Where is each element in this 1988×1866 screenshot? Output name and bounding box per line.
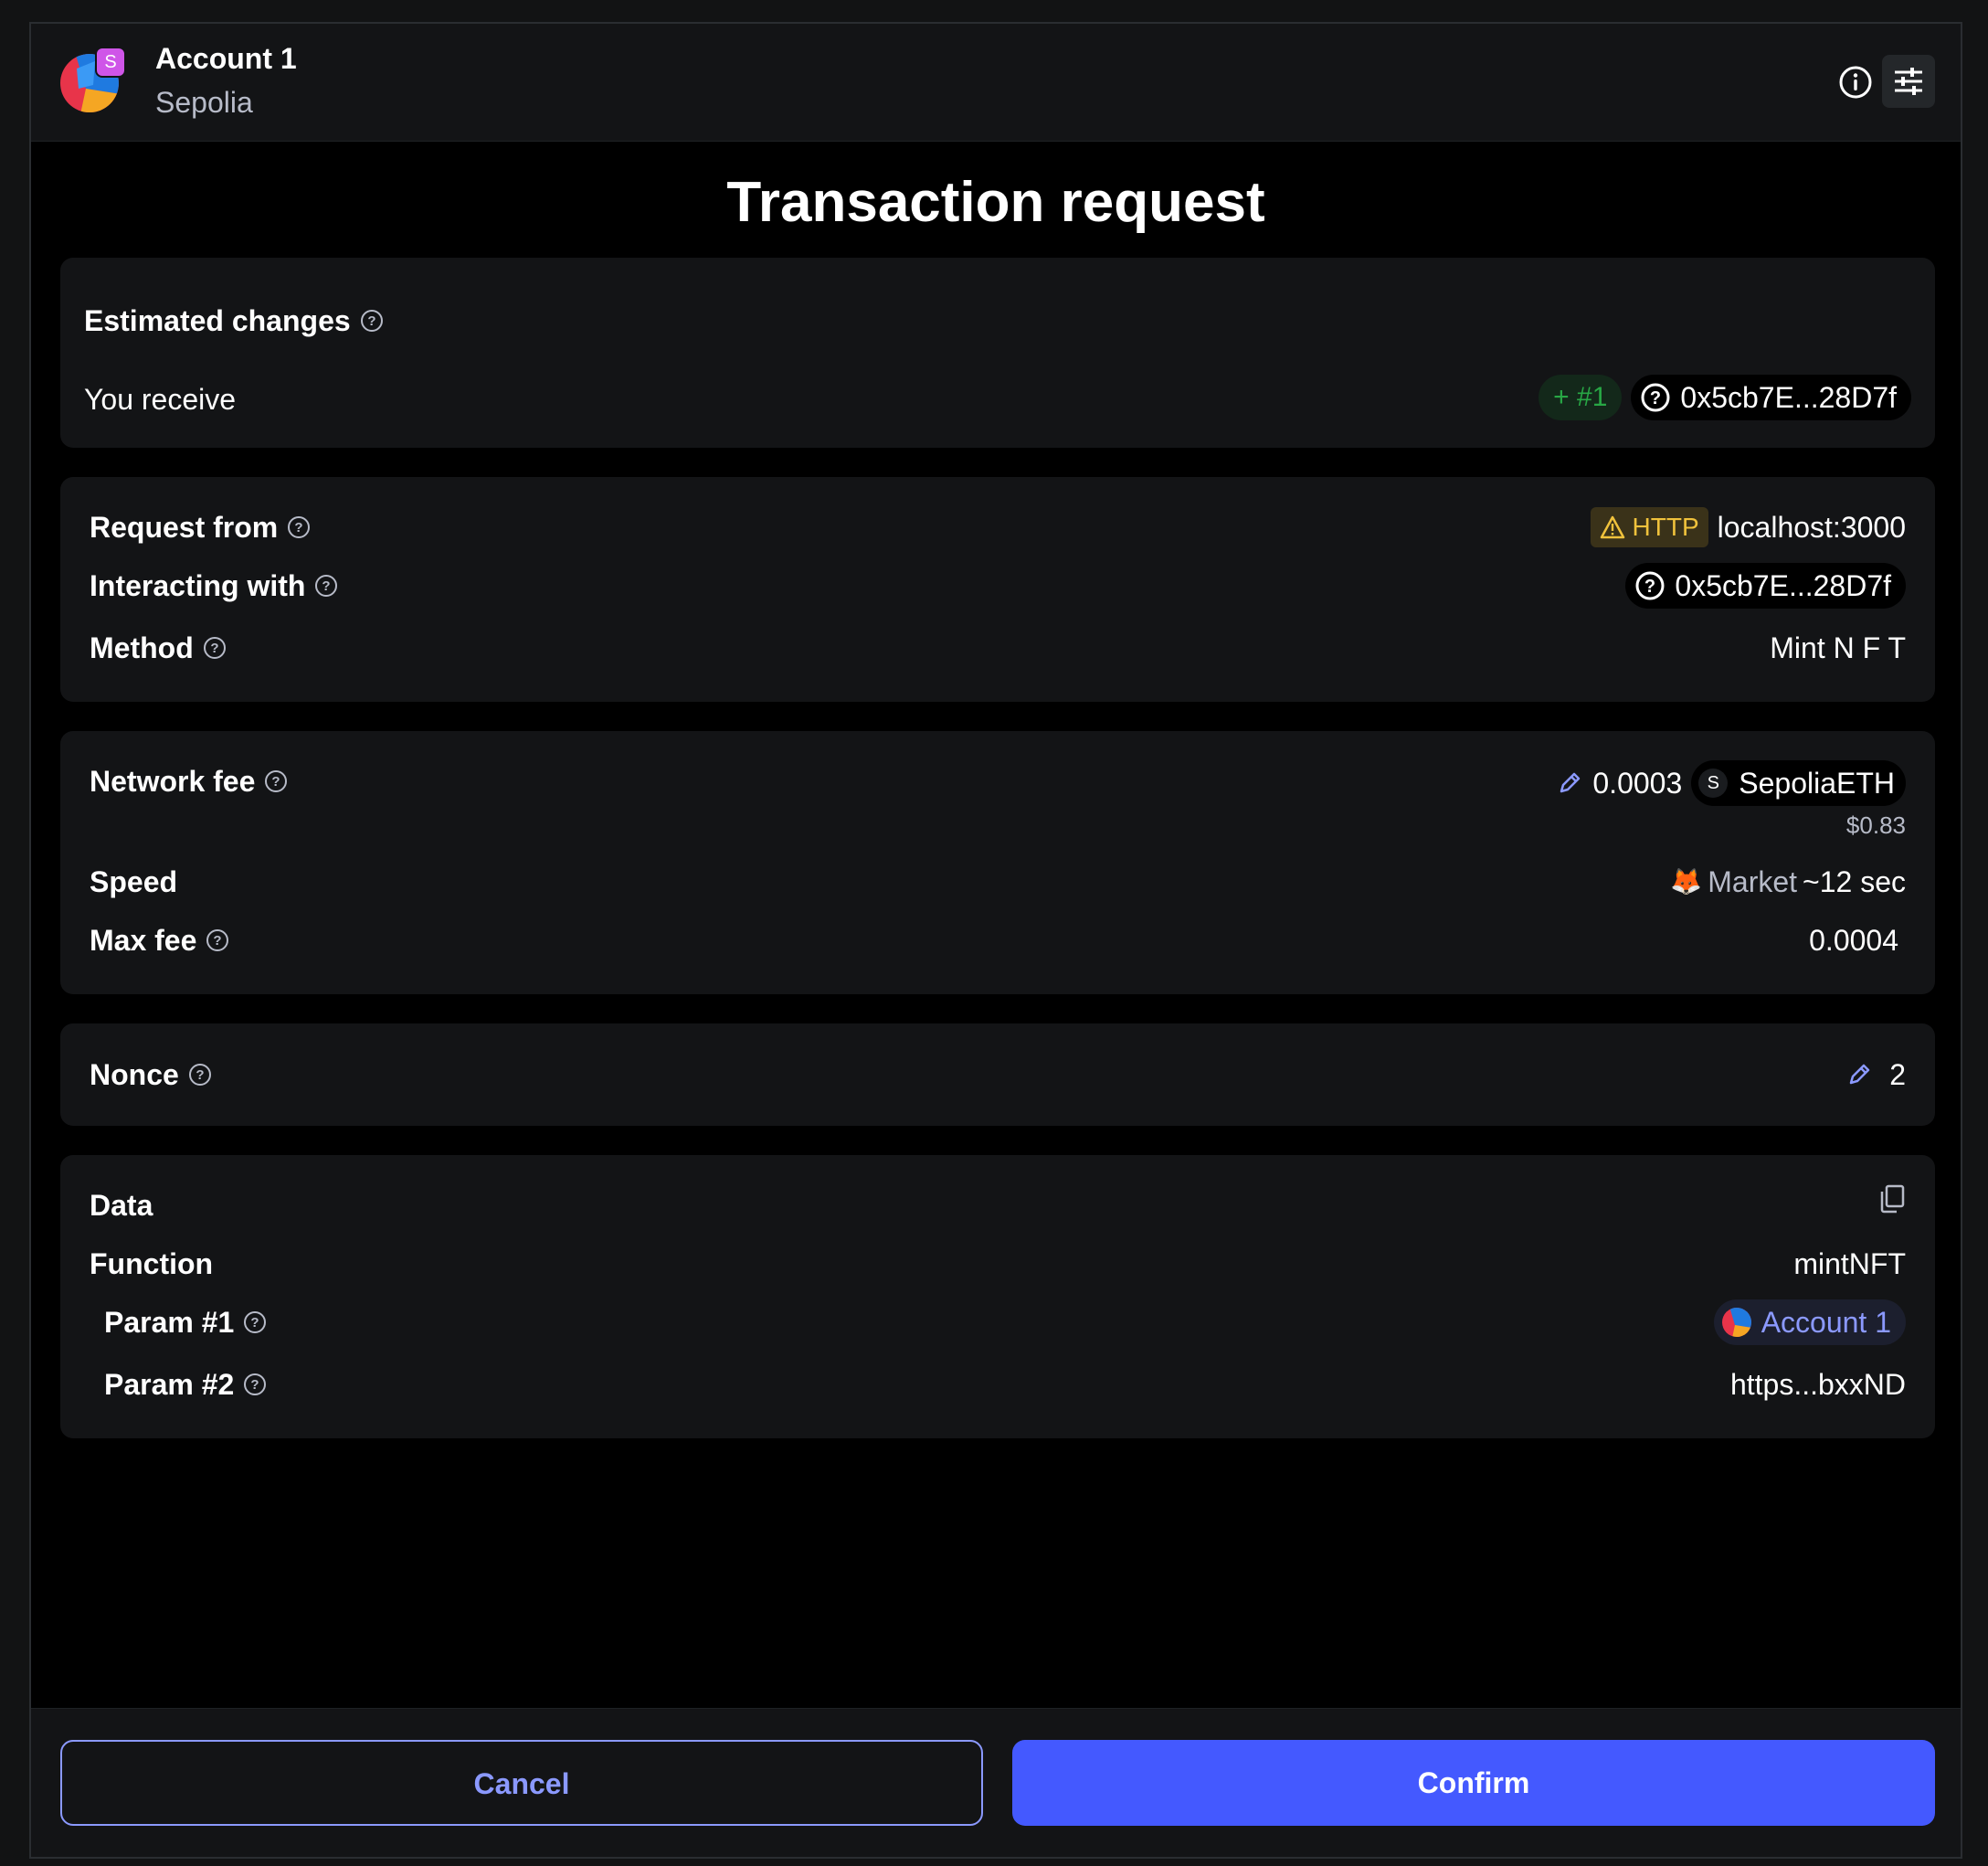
svg-text:?: ?	[295, 520, 303, 535]
insecure-http-badge: HTTP	[1590, 507, 1708, 547]
estimated-changes-label: Estimated changes?	[84, 300, 384, 342]
token-pill: S SepoliaETH	[1691, 760, 1906, 806]
estimated-changes-card: Estimated changes? You receive + #1 ? 0x…	[60, 258, 1935, 448]
page-title: Transaction request	[726, 171, 1265, 234]
param1-account-pill[interactable]: Account 1	[1713, 1299, 1906, 1345]
confirmation-window: S Account 1 Sepolia Transaction request	[29, 22, 1962, 1859]
request-details-card: Request from? HTTP localhost:3000 Intera…	[60, 477, 1935, 702]
question-icon[interactable]: ?	[287, 515, 311, 539]
svg-text:?: ?	[1644, 577, 1655, 597]
param2-value[interactable]: https...bxxND	[1730, 1363, 1906, 1405]
question-icon[interactable]: ?	[203, 636, 227, 660]
network-name: Sepolia	[155, 86, 253, 119]
edit-nonce-icon[interactable]	[1845, 1061, 1873, 1088]
fox-icon: 🦊	[1670, 867, 1703, 896]
header: S Account 1 Sepolia	[31, 24, 1961, 142]
contract-address-pill[interactable]: ? 0x5cb7E...28D7f	[1625, 563, 1906, 609]
param1-label: Param #1?	[104, 1301, 267, 1343]
copy-icon[interactable]	[1878, 1184, 1906, 1214]
network-fee-label: Network fee?	[90, 760, 288, 802]
nonce-value: 2	[1889, 1058, 1906, 1091]
footer: Cancel Confirm	[31, 1708, 1961, 1857]
question-icon[interactable]: ?	[243, 1310, 267, 1334]
unknown-contract-icon: ?	[1635, 571, 1665, 600]
request-origin: localhost:3000	[1717, 511, 1906, 544]
fees-card: Network fee? 0.0003 S SepoliaETH $0.83 S…	[60, 731, 1935, 994]
data-card: Data Function mintNFT Param #1? Account …	[60, 1155, 1935, 1438]
svg-text:?: ?	[272, 774, 280, 790]
receive-address: 0x5cb7E...28D7f	[1680, 381, 1897, 414]
svg-text:?: ?	[367, 313, 375, 329]
question-icon[interactable]: ?	[314, 574, 338, 598]
account-name[interactable]: Account 1	[155, 42, 297, 76]
you-receive-label: You receive	[84, 383, 237, 416]
max-fee-value: 0.0004	[1809, 924, 1898, 957]
cancel-button[interactable]: Cancel	[60, 1740, 983, 1826]
param2-label: Param #2?	[104, 1363, 267, 1405]
token-badge: S	[1698, 769, 1729, 798]
unknown-token-icon: ?	[1641, 383, 1670, 412]
receive-address-pill[interactable]: ? 0x5cb7E...28D7f	[1631, 375, 1911, 420]
request-from-label: Request from?	[90, 506, 311, 548]
method-label: Method?	[90, 627, 227, 669]
param1-value: Account 1	[1761, 1306, 1891, 1339]
method-value: Mint N F T	[1770, 631, 1906, 664]
warning-icon	[1600, 515, 1624, 539]
nonce-label: Nonce?	[90, 1054, 212, 1096]
speed-label: Speed	[90, 865, 178, 898]
function-value: mintNFT	[1793, 1247, 1906, 1280]
interacting-with-label: Interacting with?	[90, 565, 338, 607]
edit-gas-fee-icon[interactable]	[1556, 769, 1583, 797]
function-label: Function	[90, 1247, 214, 1280]
svg-text:?: ?	[196, 1067, 204, 1083]
network-fee-value: 0.0003	[1592, 767, 1683, 800]
account-avatar-icon	[1721, 1308, 1751, 1337]
fiat-fee-value: $0.83	[1845, 811, 1906, 839]
svg-text:?: ?	[1650, 388, 1661, 408]
svg-text:?: ?	[251, 1377, 259, 1393]
sliders-icon	[1895, 68, 1922, 95]
question-icon[interactable]: ?	[243, 1373, 267, 1396]
info-icon[interactable]	[1838, 65, 1873, 100]
token-name: SepoliaETH	[1739, 767, 1895, 800]
question-icon[interactable]: ?	[360, 309, 384, 333]
svg-text:?: ?	[251, 1315, 259, 1331]
speed-value: Market	[1708, 865, 1798, 898]
network-badge: S	[95, 47, 126, 78]
question-icon[interactable]: ?	[206, 928, 229, 952]
data-label: Data	[90, 1189, 153, 1222]
max-fee-label: Max fee?	[90, 919, 229, 961]
speed-time: ~12 sec	[1803, 865, 1906, 898]
nonce-card: Nonce? 2	[60, 1023, 1935, 1126]
question-icon[interactable]: ?	[188, 1063, 212, 1087]
svg-text:?: ?	[323, 578, 331, 594]
svg-text:?: ?	[214, 933, 222, 949]
svg-text:?: ?	[210, 641, 218, 656]
receive-amount-badge: + #1	[1539, 375, 1623, 420]
contract-address: 0x5cb7E...28D7f	[1675, 569, 1891, 602]
advanced-details-button[interactable]	[1882, 55, 1935, 108]
question-icon[interactable]: ?	[264, 769, 288, 793]
confirm-button[interactable]: Confirm	[1012, 1740, 1935, 1826]
